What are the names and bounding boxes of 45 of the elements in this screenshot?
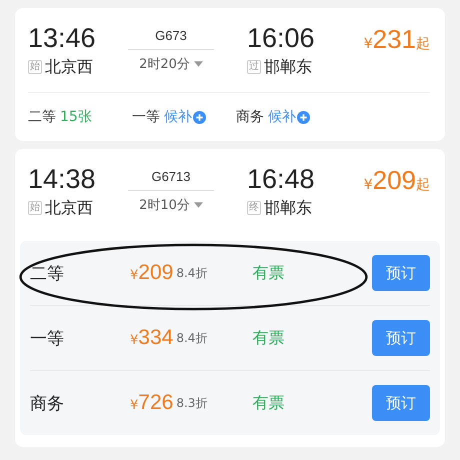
fare-price: ¥726 bbox=[130, 391, 174, 415]
station-tag: 过 bbox=[247, 60, 261, 74]
seat-class: 商务 bbox=[236, 108, 264, 126]
waitlist-link[interactable]: 候补 bbox=[268, 108, 296, 126]
discount-label: 8.4折 bbox=[176, 330, 208, 346]
seat-class: 商务 bbox=[30, 392, 65, 414]
fare-price: ¥209 bbox=[130, 261, 174, 285]
seat-class: 一等 bbox=[132, 108, 160, 126]
arrival-time: 16:48 bbox=[247, 163, 315, 195]
departure-time: 14:38 bbox=[28, 163, 97, 195]
duration-toggle[interactable]: 2时10分 bbox=[139, 196, 203, 214]
station-tag: 始 bbox=[28, 60, 42, 74]
plus-icon[interactable] bbox=[297, 110, 310, 124]
caret-icon bbox=[194, 61, 203, 67]
discount-label: 8.4折 bbox=[176, 264, 208, 282]
station-tag: 始 bbox=[28, 201, 42, 215]
station-name: 邯郸东 bbox=[264, 56, 312, 78]
caret-icon bbox=[194, 202, 203, 208]
book-button[interactable]: 预订 bbox=[372, 385, 430, 421]
train-number: G673 bbox=[128, 27, 214, 50]
price-label: ¥231起 bbox=[364, 24, 430, 55]
book-button[interactable]: 预订 bbox=[372, 255, 430, 291]
ticket-count: 15张 bbox=[60, 108, 92, 126]
seat-class: 一等 bbox=[30, 328, 65, 350]
plus-icon[interactable] bbox=[193, 110, 206, 124]
train-number: G6713 bbox=[128, 168, 214, 191]
duration-toggle[interactable]: 2时20分 bbox=[139, 55, 203, 73]
fare-price: ¥334 bbox=[130, 326, 174, 350]
arrival-time: 16:06 bbox=[247, 22, 315, 54]
ticket-status: 有票 bbox=[252, 328, 284, 348]
price-label: ¥209起 bbox=[364, 165, 430, 196]
seat-class: 二等 bbox=[30, 262, 65, 284]
seat-class: 二等 bbox=[28, 108, 56, 126]
ticket-status: 有票 bbox=[252, 262, 284, 284]
station-name: 邯郸东 bbox=[264, 197, 312, 219]
station-name: 北京西 bbox=[45, 56, 93, 78]
departure-time: 13:46 bbox=[28, 22, 97, 54]
discount-label: 8.3折 bbox=[176, 394, 208, 412]
book-button[interactable]: 预订 bbox=[372, 320, 430, 356]
ticket-status: 有票 bbox=[252, 392, 284, 414]
train-card[interactable]: 14:38 始 北京西 G6713 2时10分 16:48 终 邯郸东 ¥209起 二等 ¥209 8.4折 有票 预订 一等 ¥334 8.4折 有票 预订 商务 ¥726 8.3折 有票 预订 bbox=[15, 149, 445, 447]
train-card[interactable]: 13:46 始 北京西 G673 2时20分 16:06 过 邯郸东 ¥231起 二等 15张 一等 候补 商务 候补 bbox=[15, 8, 445, 141]
waitlist-link[interactable]: 候补 bbox=[164, 108, 192, 126]
station-name: 北京西 bbox=[45, 197, 93, 219]
station-tag: 终 bbox=[247, 201, 261, 215]
